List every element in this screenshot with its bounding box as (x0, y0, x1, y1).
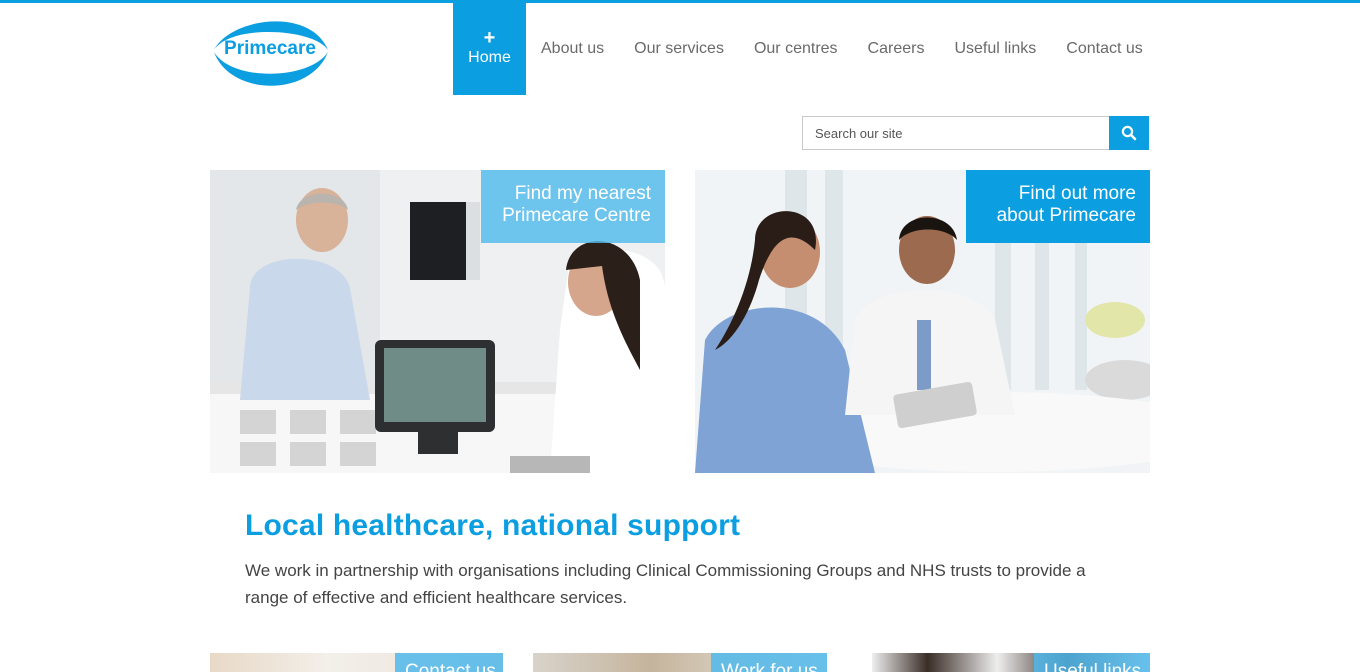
feature-label: Find my nearest Primecare Centre (481, 170, 665, 243)
feature-label: Find out more about Primecare (966, 170, 1150, 243)
nav-item-careers[interactable]: Careers (868, 3, 925, 95)
plus-icon: + (483, 27, 496, 49)
bottom-tile-label: Contact us (395, 653, 503, 672)
feature-label-line: Primecare Centre (502, 205, 651, 226)
nav-item-label: Home (468, 49, 511, 66)
search-icon (1121, 125, 1137, 141)
nav-item-about-us[interactable]: About us (541, 3, 604, 95)
search-button[interactable] (1109, 116, 1149, 150)
nav-item-our-services[interactable]: Our services (634, 3, 724, 95)
bottom-tile-work-for-us[interactable]: Work for us (533, 653, 827, 672)
feature-tile-find-centre[interactable]: Find my nearest Primecare Centre (210, 170, 665, 473)
intro-paragraph: We work in partnership with organisation… (245, 561, 1086, 607)
nav-item-label: Our centres (753, 40, 838, 57)
nav-item-home[interactable]: + Home (453, 3, 526, 95)
feature-tile-about-primecare[interactable]: Find out more about Primecare (695, 170, 1150, 473)
nav-item-label: Careers (867, 40, 925, 57)
bottom-tile-contact-us[interactable]: Contact us (210, 653, 503, 672)
logo-text: Primecare (224, 38, 316, 59)
feature-label-line: Find my nearest (514, 183, 651, 204)
nav-item-label: Our services (634, 40, 724, 57)
search-input[interactable] (802, 116, 1109, 150)
nav-item-label: Contact us (1066, 40, 1143, 57)
nav-item-contact-us[interactable]: Contact us (1066, 3, 1142, 95)
feature-label-line: Find out more (1018, 183, 1136, 204)
bottom-tile-label: Work for us (711, 653, 827, 672)
feature-label-line: about Primecare (996, 205, 1136, 226)
nav-item-our-centres[interactable]: Our centres (754, 3, 838, 95)
nav-item-useful-links[interactable]: Useful links (954, 3, 1036, 95)
primecare-logo[interactable]: Primecare (210, 10, 330, 92)
nav-item-label: About us (541, 40, 605, 57)
main-nav: + Home About us Our services Our centres… (453, 3, 1143, 95)
nav-item-label: Useful links (954, 40, 1037, 57)
bottom-tile-useful-links[interactable]: Useful links (872, 653, 1150, 672)
intro-heading: Local healthcare, national support (245, 509, 741, 542)
bottom-tile-label: Useful links (1034, 653, 1150, 672)
site-search (802, 116, 1149, 150)
